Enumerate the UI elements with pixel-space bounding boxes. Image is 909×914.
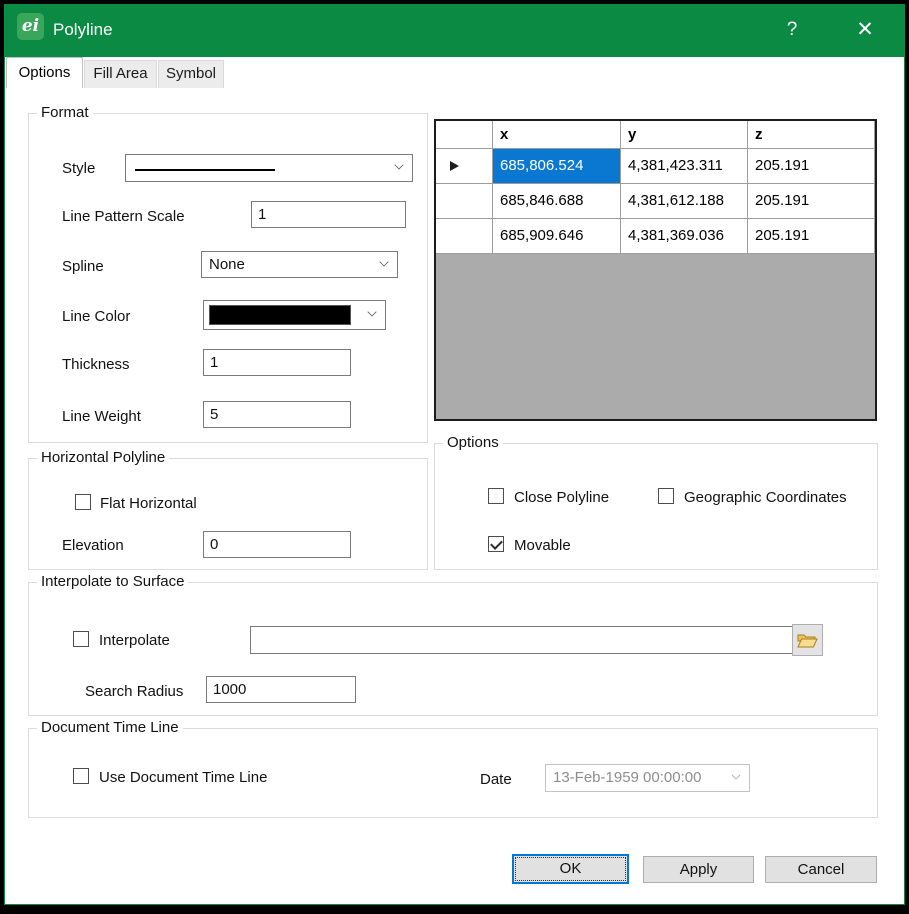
column-header-selector bbox=[436, 121, 493, 149]
date-label: Date bbox=[480, 771, 512, 788]
style-combobox[interactable] bbox=[125, 154, 413, 182]
table-cell-selected[interactable]: 685,806.524 bbox=[493, 149, 621, 184]
polyline-dialog: ei Polyline ? ✕ Options Fill Area Symbol… bbox=[4, 4, 905, 905]
browse-surface-button[interactable] bbox=[792, 624, 823, 656]
spline-label: Spline bbox=[62, 258, 104, 275]
tab-symbol[interactable]: Symbol bbox=[158, 60, 224, 88]
folder-open-icon bbox=[797, 634, 818, 647]
line-weight-input[interactable]: 5 bbox=[203, 401, 351, 428]
column-header-z[interactable]: z bbox=[748, 121, 875, 149]
document-timeline-group-title: Document Time Line bbox=[37, 719, 183, 736]
elevation-label: Elevation bbox=[62, 537, 124, 554]
table-cell[interactable]: 205.191 bbox=[748, 184, 875, 219]
close-polyline-label: Close Polyline bbox=[514, 489, 610, 506]
format-group-title: Format bbox=[37, 104, 93, 121]
chevron-down-icon bbox=[395, 161, 404, 170]
row-selector-arrow-icon bbox=[450, 161, 459, 171]
movable-checkbox[interactable] bbox=[488, 536, 504, 552]
table-cell[interactable]: 4,381,423.311 bbox=[621, 149, 748, 184]
table-cell[interactable]: 205.191 bbox=[748, 219, 875, 254]
table-cell[interactable]: 685,846.688 bbox=[493, 184, 621, 219]
coordinates-table[interactable]: x y z 685,806.524 4,381,423.311 205.191 … bbox=[434, 119, 877, 421]
table-cell[interactable]: 4,381,369.036 bbox=[621, 219, 748, 254]
geographic-coordinates-checkbox[interactable] bbox=[658, 488, 674, 504]
geographic-coordinates-label: Geographic Coordinates bbox=[684, 489, 847, 506]
table-cell[interactable]: 4,381,612.188 bbox=[621, 184, 748, 219]
options-group-title: Options bbox=[443, 434, 503, 451]
row-selector[interactable] bbox=[436, 149, 493, 184]
style-label: Style bbox=[62, 160, 96, 177]
chevron-down-icon bbox=[732, 771, 741, 780]
tab-strip: Options Fill Area Symbol bbox=[5, 57, 904, 88]
line-pattern-scale-label: Line Pattern Scale bbox=[62, 208, 185, 225]
color-swatch bbox=[209, 305, 351, 325]
title-bar: ei Polyline ? ✕ bbox=[5, 5, 904, 57]
use-document-timeline-label: Use Document Time Line bbox=[99, 769, 268, 786]
apply-button[interactable]: Apply bbox=[643, 856, 754, 883]
ok-button[interactable]: OK bbox=[512, 854, 629, 884]
horizontal-polyline-group-title: Horizontal Polyline bbox=[37, 449, 170, 466]
date-combobox[interactable]: 13-Feb-1959 00:00:00 bbox=[545, 764, 750, 792]
thickness-input[interactable]: 1 bbox=[203, 349, 351, 376]
table-cell[interactable]: 205.191 bbox=[748, 149, 875, 184]
chevron-down-icon bbox=[380, 258, 389, 267]
elevation-input[interactable]: 0 bbox=[203, 531, 351, 558]
search-radius-input[interactable]: 1000 bbox=[206, 676, 356, 703]
line-color-combobox[interactable] bbox=[203, 300, 386, 330]
spline-value: None bbox=[209, 256, 245, 273]
line-color-label: Line Color bbox=[62, 308, 131, 325]
chevron-down-icon bbox=[368, 308, 377, 317]
help-icon[interactable]: ? bbox=[770, 5, 814, 57]
tab-options[interactable]: Options bbox=[6, 57, 83, 88]
line-weight-label: Line Weight bbox=[62, 408, 141, 425]
column-header-y[interactable]: y bbox=[621, 121, 748, 149]
column-header-x[interactable]: x bbox=[493, 121, 621, 149]
surface-path-input[interactable] bbox=[250, 626, 794, 654]
interpolate-group-title: Interpolate to Surface bbox=[37, 573, 189, 590]
cancel-button[interactable]: Cancel bbox=[765, 856, 877, 883]
app-logo-icon: ei bbox=[17, 13, 44, 40]
close-polyline-checkbox[interactable] bbox=[488, 488, 504, 504]
interpolate-label: Interpolate bbox=[99, 632, 170, 649]
date-value: 13-Feb-1959 00:00:00 bbox=[553, 769, 702, 786]
line-style-preview bbox=[135, 169, 275, 171]
interpolate-checkbox[interactable] bbox=[73, 631, 89, 647]
thickness-label: Thickness bbox=[62, 356, 130, 373]
flat-horizontal-checkbox[interactable] bbox=[75, 494, 91, 510]
table-cell[interactable]: 685,909.646 bbox=[493, 219, 621, 254]
use-document-timeline-checkbox[interactable] bbox=[73, 768, 89, 784]
window-title: Polyline bbox=[53, 20, 113, 39]
flat-horizontal-label: Flat Horizontal bbox=[100, 495, 197, 512]
tab-fill-area[interactable]: Fill Area bbox=[84, 60, 157, 88]
line-pattern-scale-input[interactable]: 1 bbox=[251, 201, 406, 228]
search-radius-label: Search Radius bbox=[85, 683, 184, 700]
close-icon[interactable]: ✕ bbox=[843, 5, 887, 57]
spline-combobox[interactable]: None bbox=[201, 251, 398, 278]
movable-label: Movable bbox=[514, 537, 571, 554]
row-selector[interactable] bbox=[436, 219, 493, 254]
row-selector[interactable] bbox=[436, 184, 493, 219]
